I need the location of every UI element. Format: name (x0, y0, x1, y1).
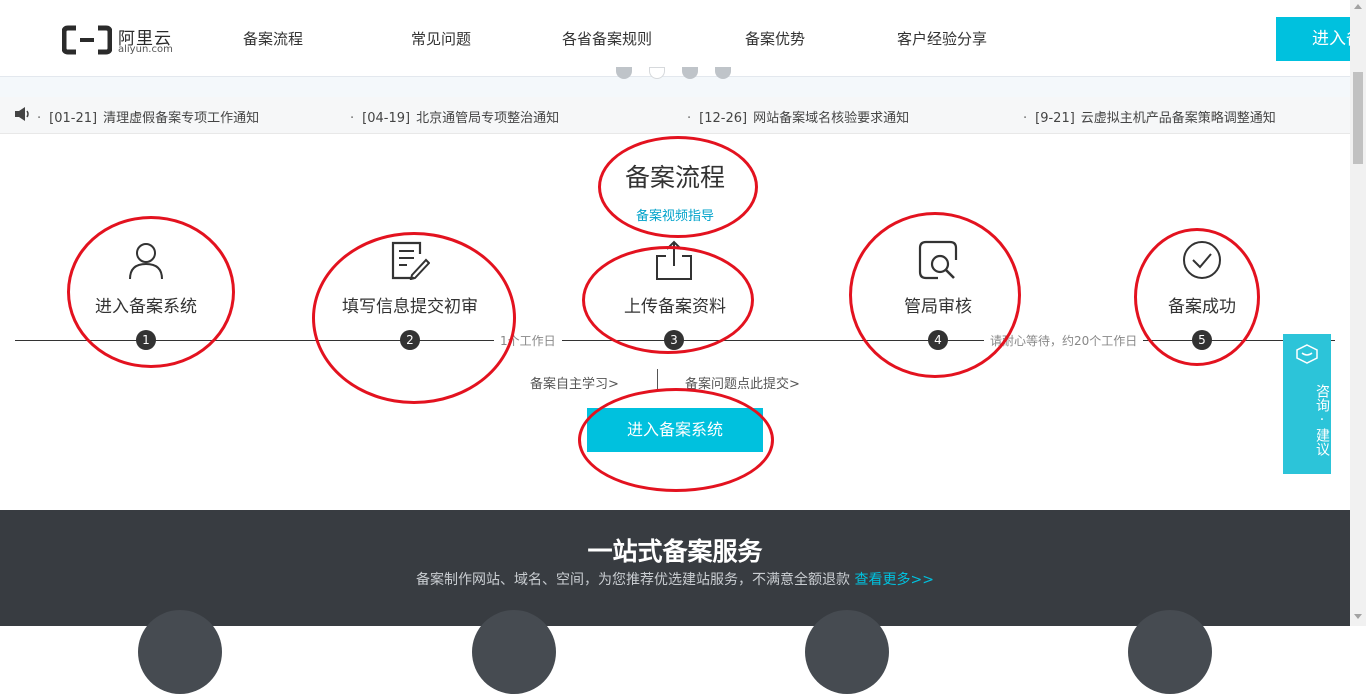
service-icon-circle[interactable] (1128, 610, 1212, 694)
service-icon-circle[interactable] (138, 610, 222, 694)
nav-item-advantages[interactable]: 备案优势 (745, 28, 805, 49)
hexagon-icon (1296, 344, 1318, 364)
service-icon-circle[interactable] (472, 610, 556, 694)
self-learn-link[interactable]: 备案自主学习> (530, 373, 619, 392)
step-number: 4 (928, 330, 948, 350)
link-divider (657, 369, 658, 389)
video-guide-link[interactable]: 备案视频指导 (0, 205, 1350, 224)
step-number: 3 (664, 330, 684, 350)
service-icon-circle[interactable] (805, 610, 889, 694)
notice-date: [01-21] (49, 111, 98, 126)
step-label-fill-info: 填写信息提交初审 (342, 297, 478, 317)
step-label-success: 备案成功 (1168, 297, 1236, 317)
search-review-icon (918, 240, 958, 280)
step-label-enter-system: 进入备案系统 (95, 297, 197, 317)
step-number: 2 (400, 330, 420, 350)
upload-icon (656, 240, 692, 280)
enter-system-button[interactable]: 进入备案系统 (587, 408, 763, 452)
feedback-link[interactable]: 备案问题点此提交> (685, 373, 800, 392)
user-icon (129, 243, 163, 280)
bullet: · (350, 111, 355, 126)
step-label-upload: 上传备案资料 (624, 297, 726, 317)
bullet: · (1023, 111, 1028, 126)
consult-advice-button[interactable]: 咨询·建议 (1283, 334, 1331, 474)
nav-item-customer-stories[interactable]: 客户经验分享 (897, 28, 987, 49)
notice-text: 网站备案域名核验要求通知 (753, 111, 910, 126)
services-subtitle: 备案制作网站、域名、空间，为您推荐优选建站服务，不满意全额退款 查看更多>> (0, 569, 1350, 589)
step-number: 1 (136, 330, 156, 350)
step-number: 5 (1192, 330, 1212, 350)
check-circle-icon (1183, 241, 1221, 279)
step-label-review: 管局审核 (904, 297, 972, 317)
banner-strip (0, 77, 1350, 97)
services-section (0, 510, 1350, 626)
bullet: · (687, 111, 692, 126)
notice-item[interactable]: · [04-19] 北京通管局专项整治通知 (350, 107, 559, 126)
gap-text-one-day: 1个工作日 (494, 332, 562, 349)
consult-label: 咨询·建议 (1314, 384, 1330, 456)
gap-text-twenty-days: 请耐心等待，约20个工作日 (984, 332, 1144, 349)
services-subtitle-text: 备案制作网站、域名、空间，为您推荐优选建站服务，不满意全额退款 (416, 572, 851, 588)
notice-text: 云虚拟主机产品备案策略调整通知 (1080, 111, 1276, 126)
notice-date: [12-26] (699, 111, 748, 126)
page-scrollbar[interactable] (1350, 0, 1366, 626)
notice-date: [04-19] (362, 111, 411, 126)
scrollbar-thumb[interactable] (1353, 72, 1363, 164)
top-header: 阿里云 aliyun.com 备案流程 常见问题 各省备案规则 备案优势 客户经… (0, 0, 1366, 77)
scroll-up-icon[interactable] (1354, 4, 1362, 9)
notice-item[interactable]: · [01-21] 清理虚假备案专项工作通知 (37, 107, 259, 126)
edit-form-icon (391, 241, 430, 280)
notice-item[interactable]: · [12-26] 网站备案域名核验要求通知 (687, 107, 909, 126)
process-title: 备案流程 (624, 163, 725, 192)
notice-text: 北京通管局专项整治通知 (416, 111, 560, 126)
speaker-icon (15, 107, 29, 121)
notice-bar: · [01-21] 清理虚假备案专项工作通知 · [04-19] 北京通管局专项整治通知… (0, 97, 1350, 134)
bullet: · (37, 111, 42, 126)
notice-date: [9-21] (1035, 111, 1075, 126)
nav-item-faq[interactable]: 常见问题 (411, 28, 471, 49)
services-title: 一站式备案服务 (587, 537, 763, 566)
notice-item[interactable]: · [9-21] 云虚拟主机产品备案策略调整通知 (1023, 107, 1276, 126)
scroll-down-icon[interactable] (1354, 614, 1362, 619)
aliyun-logo-icon (62, 25, 112, 55)
nav-item-process[interactable]: 备案流程 (243, 28, 303, 49)
notice-text: 清理虚假备案专项工作通知 (103, 111, 260, 126)
aliyun-logo[interactable]: 阿里云 aliyun.com (62, 23, 182, 59)
logo-en-text: aliyun.com (118, 44, 173, 55)
nav-item-province-rules[interactable]: 各省备案规则 (562, 28, 652, 49)
see-more-link[interactable]: 查看更多>> (854, 572, 933, 588)
